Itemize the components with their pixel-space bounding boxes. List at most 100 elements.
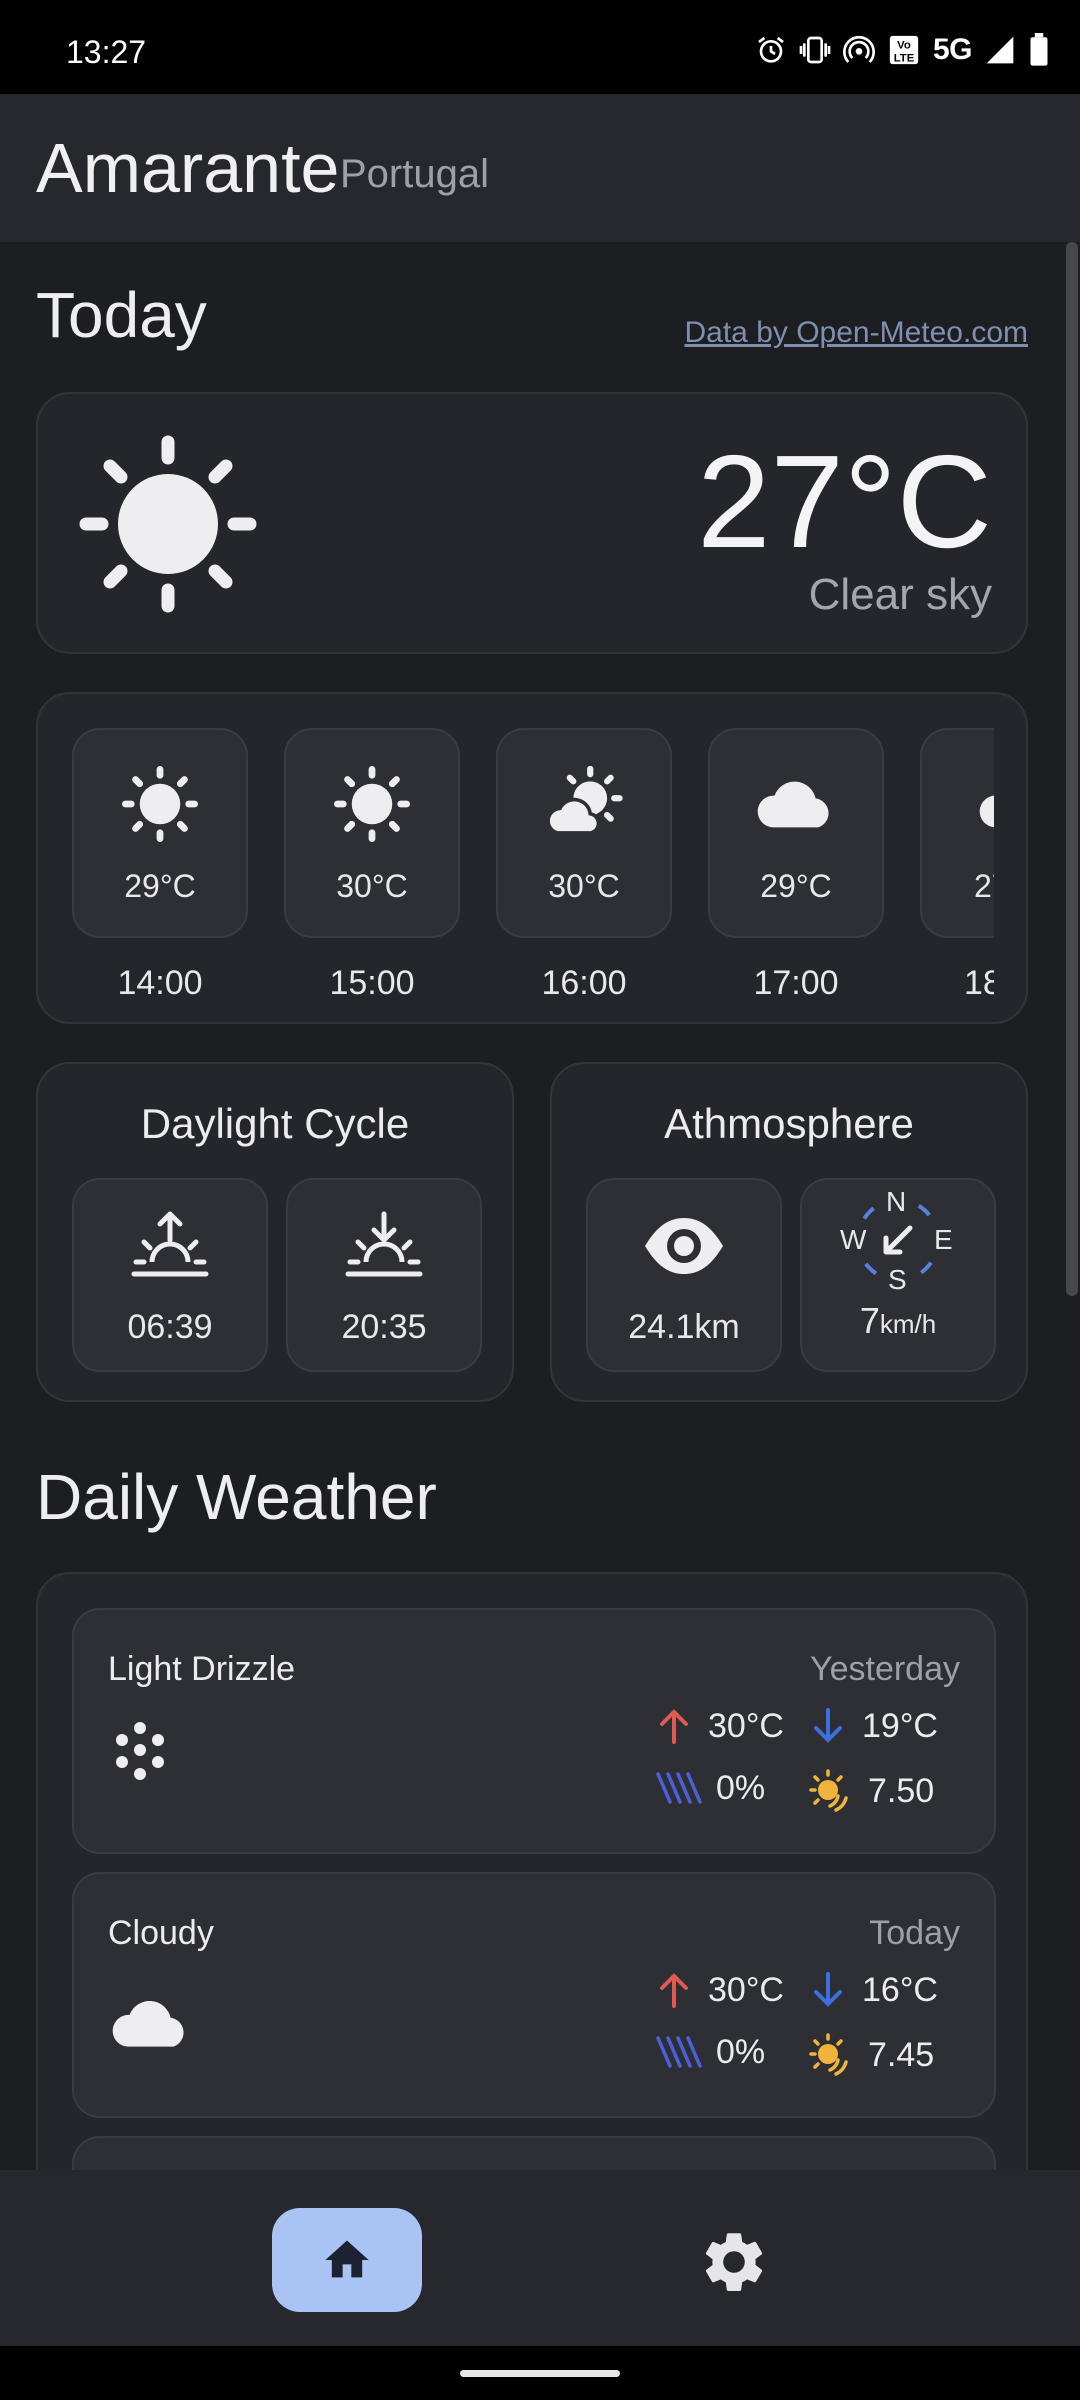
daily-max-temp-value: 30°C <box>708 1706 784 1745</box>
hourly-temp: 27 <box>974 868 994 904</box>
hourly-temp: 29°C <box>124 868 196 904</box>
sunset-icon <box>345 1211 423 1277</box>
sunset-tile: 20:35 <box>286 1178 482 1372</box>
cloud-icon <box>979 795 994 828</box>
arrow-up-icon <box>660 1709 688 1744</box>
hourly-time: 18 <box>964 964 994 1002</box>
gesture-bar <box>0 2346 1080 2400</box>
wind-tile: N E S W 7km/h <box>800 1178 996 1372</box>
city-name: Amarante <box>36 129 340 207</box>
hourly-item[interactable]: 27 18 <box>920 728 994 1003</box>
daylight-cycle-card: Daylight Cycle 06:39 20:35 <box>36 1062 514 1402</box>
hourly-item[interactable]: 30°C 15:00 <box>284 728 460 1003</box>
settings-icon[interactable] <box>698 2226 770 2298</box>
network-type: 5G <box>932 33 973 66</box>
visibility-value: 24.1km <box>628 1308 740 1346</box>
bottom-navigation <box>0 2170 1080 2346</box>
vibrate-icon <box>799 36 831 64</box>
hourly-time: 15:00 <box>329 964 415 1002</box>
visibility-tile: 24.1km <box>586 1178 782 1372</box>
hourly-forecast-card[interactable]: 29°C 14:00 30°C 15:00 30°C 16:00 29°C 17… <box>36 692 1028 1024</box>
hourly-item[interactable]: 29°C 17:00 <box>708 728 884 1003</box>
daily-day-label: Today <box>869 1914 960 1952</box>
hourly-item[interactable]: 30°C 16:00 <box>496 728 672 1003</box>
status-bar: 13:27 Vo LTE 5G <box>0 0 1080 94</box>
gesture-handle[interactable] <box>460 2370 620 2377</box>
hourly-tile[interactable]: 30°C <box>496 728 672 938</box>
sun-icon <box>79 435 257 613</box>
daily-precipitation-value: 0% <box>716 1768 766 1807</box>
today-title: Today <box>36 279 207 351</box>
daily-day-label: Yesterday <box>810 1650 960 1688</box>
daily-max-temp: 30°C <box>654 1970 784 2010</box>
atmosphere-card: Athmosphere 24.1km N E S W 7km/h <box>550 1062 1028 1402</box>
signal-icon <box>986 36 1014 64</box>
scrollbar[interactable] <box>1066 242 1078 1296</box>
daily-uv-index: 7.50 <box>808 1768 934 1814</box>
hourly-time: 17:00 <box>753 964 839 1002</box>
compass-north: N <box>886 1186 907 1217</box>
atmosphere-title: Athmosphere <box>664 1100 914 1147</box>
top-app-bar: Amarante Portugal <box>0 94 1080 242</box>
hourly-time: 16:00 <box>541 964 627 1002</box>
arrow-down-icon <box>814 1972 842 2007</box>
daily-item[interactable]: Cloudy Today 30°C 16°C 0% 7.45 <box>72 1872 996 2118</box>
cloud-icon <box>112 2000 184 2047</box>
wind-compass: N E S W <box>840 1186 953 1295</box>
daily-uv-index-value: 7.45 <box>868 2035 935 2074</box>
main-content[interactable]: Today Data by Open-Meteo.com 27°C Clear … <box>0 242 1080 2170</box>
home-icon <box>325 2240 369 2278</box>
uv-sun-icon <box>809 2033 848 2076</box>
hourly-tile[interactable]: 29°C <box>72 728 248 938</box>
volte-icon: VoLTE <box>889 35 919 64</box>
wind-speed-value: 7 <box>859 1300 880 1341</box>
status-time: 13:27 <box>66 34 147 70</box>
rain-icon <box>656 1772 702 1804</box>
svg-text:LTE: LTE <box>894 52 915 64</box>
uv-sun-icon <box>809 1769 848 1812</box>
hourly-item[interactable]: 29°C 14:00 <box>72 728 248 1003</box>
svg-text:Vo: Vo <box>897 40 911 52</box>
sunrise-tile: 06:39 <box>72 1178 268 1372</box>
daily-item[interactable] <box>72 2136 996 2170</box>
compass-east: E <box>934 1224 953 1255</box>
compass-south: S <box>888 1264 907 1295</box>
hourly-tile[interactable]: 30°C <box>284 728 460 938</box>
hourly-tile[interactable]: 27 <box>920 728 994 938</box>
wind-speed-unit: km/h <box>879 1309 937 1339</box>
daily-uv-index-value: 7.50 <box>868 1771 935 1810</box>
country-name: Portugal <box>340 152 489 196</box>
daily-item[interactable]: Light Drizzle Yesterday 30°C 19°C 0% 7.5… <box>72 1608 996 1854</box>
hourly-temp: 30°C <box>336 868 408 904</box>
daily-uv-index: 7.45 <box>808 2032 934 2078</box>
daily-condition: Light Drizzle <box>108 1650 296 1688</box>
sunset-time: 20:35 <box>341 1308 427 1346</box>
sunrise-time: 06:39 <box>127 1308 213 1346</box>
hourly-temp: 29°C <box>760 868 832 904</box>
arrow-up-icon <box>660 1973 688 2008</box>
hotspot-icon <box>843 35 875 63</box>
daily-weather-card[interactable]: Light Drizzle Yesterday 30°C 19°C 0% 7.5… <box>36 1572 1028 2170</box>
daylight-cycle-title: Daylight Cycle <box>140 1100 410 1147</box>
hourly-temp: 30°C <box>548 868 620 904</box>
nav-home-button[interactable] <box>272 2208 422 2312</box>
current-condition: Clear sky <box>808 570 992 619</box>
daily-min-temp-value: 19°C <box>862 1706 938 1745</box>
daily-min-temp: 16°C <box>808 1970 938 2010</box>
daily-precipitation: 0% <box>654 1768 765 1808</box>
partly-cloudy-icon <box>546 766 623 835</box>
attribution-link[interactable]: Data by Open-Meteo.com <box>685 316 1029 350</box>
current-temperature: 27°C <box>697 428 992 575</box>
daily-condition: Cloudy <box>108 1914 214 1952</box>
current-weather-card: 27°C Clear sky <box>36 392 1028 654</box>
daily-precipitation-value: 0% <box>716 2032 766 2071</box>
arrow-down-icon <box>814 1708 842 1743</box>
status-icons: Vo LTE 5G <box>755 30 1050 70</box>
hourly-scroll-list[interactable]: 29°C 14:00 30°C 15:00 30°C 16:00 29°C 17… <box>72 728 994 1018</box>
wind-speed: 7km/h <box>802 1300 994 1342</box>
sunrise-icon <box>131 1211 209 1277</box>
hourly-tile[interactable]: 29°C <box>708 728 884 938</box>
compass-west: W <box>840 1224 867 1255</box>
daily-min-temp: 19°C <box>808 1706 938 1746</box>
drizzle-icon <box>116 1722 164 1780</box>
